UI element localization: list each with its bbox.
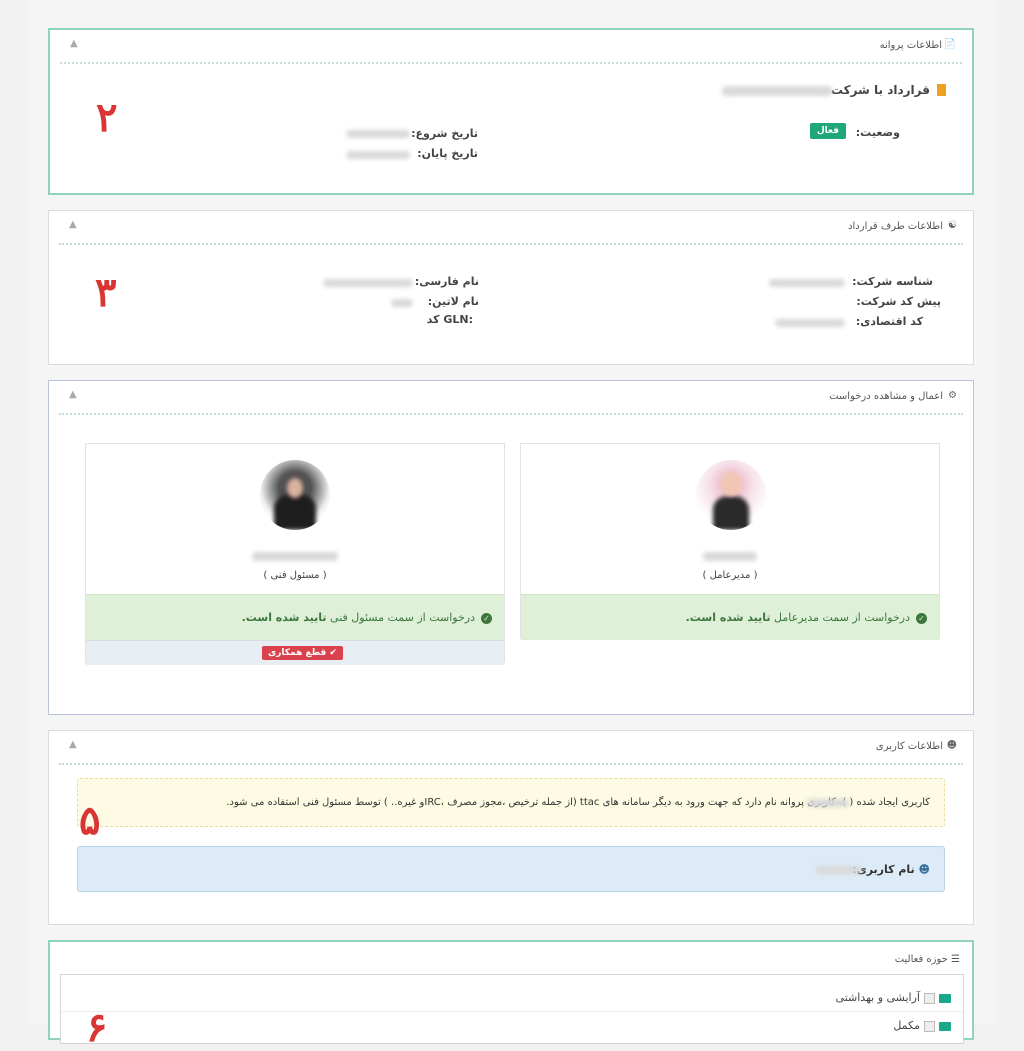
- bookmark-icon: [937, 84, 946, 96]
- document-icon: 📄: [943, 39, 956, 50]
- annotation-marker: ۵: [79, 797, 101, 844]
- tech-manager-avatar: [260, 460, 330, 530]
- end-date-label: تاریخ پایان:: [417, 147, 478, 160]
- contract-title: قرارداد با شرکت: [830, 83, 930, 97]
- company-prefix-label: پیش کد شرکت:: [856, 295, 941, 308]
- activity-panel: ☰ حوزه فعالیت آرایشی و بهداشتی مکمل ۶: [48, 940, 974, 1048]
- ceo-avatar: [696, 460, 766, 530]
- economic-code-label: کد اقتصادی:: [855, 315, 923, 328]
- start-date-redacted: [346, 130, 410, 138]
- username-redacted: [816, 866, 862, 874]
- request-actions-panel: ⚙ اعمال و مشاهده درخواست ▲ ۴ ( مدیرعامل …: [48, 380, 974, 715]
- company-id-redacted: [769, 279, 845, 287]
- company-id-label: شناسه شرکت:: [852, 275, 933, 288]
- folder-icon: [939, 1021, 951, 1031]
- handshake-icon: ☯: [948, 220, 957, 231]
- ceo-card: ( مدیرعامل ) ✓درخواست از سمت مدیرعامل تا…: [520, 443, 940, 640]
- tech-status-row: ✓درخواست از سمت مسئول فنی تایید شده است.: [86, 594, 504, 640]
- tech-actions-row: ✔ قطع همکاری: [86, 640, 504, 665]
- panel-title: اعمال و مشاهده درخواست: [829, 391, 943, 402]
- status-label: وضعیت:: [855, 126, 900, 139]
- latin-name-redacted: [391, 299, 413, 307]
- annotation-marker: ۶: [86, 1004, 108, 1051]
- username-box: ☻ نام کاربری:: [77, 846, 945, 892]
- panel-title: اطلاعات پروانه: [879, 40, 942, 51]
- username-label: ☻ نام کاربری:: [852, 863, 930, 876]
- collapse-chevron-icon[interactable]: ▲: [69, 219, 77, 230]
- economic-code-redacted: [775, 319, 845, 327]
- user-info-panel: ☻ اطلاعات کاربری ▲ کاربری ایجاد شده ( )،…: [48, 730, 974, 925]
- ceo-role: ( مدیرعامل ): [702, 570, 758, 581]
- license-info-panel: 📄 اطلاعات پروانه ▲ ۲ قرارداد با شرکت وضع…: [48, 28, 974, 195]
- panel-header: ☯ اطلاعات طرف قرارداد ▲: [59, 211, 963, 245]
- gear-icon: ⚙: [948, 390, 957, 401]
- check-circle-icon: ✓: [916, 612, 927, 624]
- persian-name-label: نام فارسی:: [414, 275, 479, 288]
- panel-title: اطلاعات طرف قرارداد: [848, 221, 943, 232]
- list-icon: ☰: [951, 954, 960, 965]
- panel-header: ⚙ اعمال و مشاهده درخواست ▲: [59, 381, 963, 415]
- collapse-chevron-icon[interactable]: ▲: [70, 38, 78, 49]
- status-badge: فعال: [809, 123, 846, 139]
- tech-status-text: ✓درخواست از سمت مسئول فنی تایید شده است.: [242, 611, 492, 624]
- panel-title: ☰ حوزه فعالیت: [894, 954, 960, 965]
- ceo-name-redacted: [703, 552, 757, 561]
- end-date-redacted: [346, 151, 410, 159]
- tech-manager-role: ( مسئول فنی ): [263, 570, 327, 581]
- panel-title: اطلاعات کاربری: [875, 741, 943, 752]
- panel-header: 📄 اطلاعات پروانه ▲: [60, 30, 962, 64]
- tree-item[interactable]: آرایشی و بهداشتی: [836, 991, 951, 1004]
- tree-item[interactable]: مکمل: [893, 1019, 951, 1032]
- company-name-redacted: [722, 86, 832, 96]
- created-user-redacted: [807, 799, 849, 807]
- checkbox[interactable]: [924, 1020, 935, 1032]
- tech-manager-name-redacted: [252, 552, 338, 561]
- user-icon: ☻: [918, 863, 930, 876]
- checkbox[interactable]: [924, 992, 935, 1004]
- collapse-chevron-icon[interactable]: ▲: [69, 739, 77, 750]
- activity-tree: آرایشی و بهداشتی مکمل: [60, 974, 964, 1044]
- panel-header: ☻ اطلاعات کاربری ▲: [59, 731, 963, 765]
- persian-name-redacted: [323, 279, 413, 287]
- ceo-status-row: ✓درخواست از سمت مدیرعامل تایید شده است.: [521, 594, 939, 640]
- latin-name-label: نام لاتین:: [427, 295, 479, 308]
- start-date-label: تاریخ شروع:: [411, 127, 478, 140]
- folder-icon: [939, 993, 951, 1003]
- tech-manager-card: ( مسئول فنی ) ✓درخواست از سمت مسئول فنی …: [85, 443, 505, 665]
- user-icon: ☻: [946, 740, 957, 751]
- annotation-marker: ۲: [96, 94, 118, 141]
- ceo-status-text: ✓درخواست از سمت مدیرعامل تایید شده است.: [686, 611, 927, 624]
- collapse-chevron-icon[interactable]: ▲: [69, 389, 77, 400]
- end-cooperation-button[interactable]: ✔ قطع همکاری: [262, 646, 343, 660]
- check-circle-icon: ✓: [481, 612, 492, 624]
- user-notice: کاربری ایجاد شده ( )، کاربری پروانه نام …: [77, 778, 945, 827]
- party-info-panel: ☯ اطلاعات طرف قرارداد ▲ ۳ شناسه شرکت: پی…: [48, 210, 974, 365]
- annotation-marker: ۳: [95, 269, 117, 316]
- gln-label: کد GLN:: [426, 313, 473, 326]
